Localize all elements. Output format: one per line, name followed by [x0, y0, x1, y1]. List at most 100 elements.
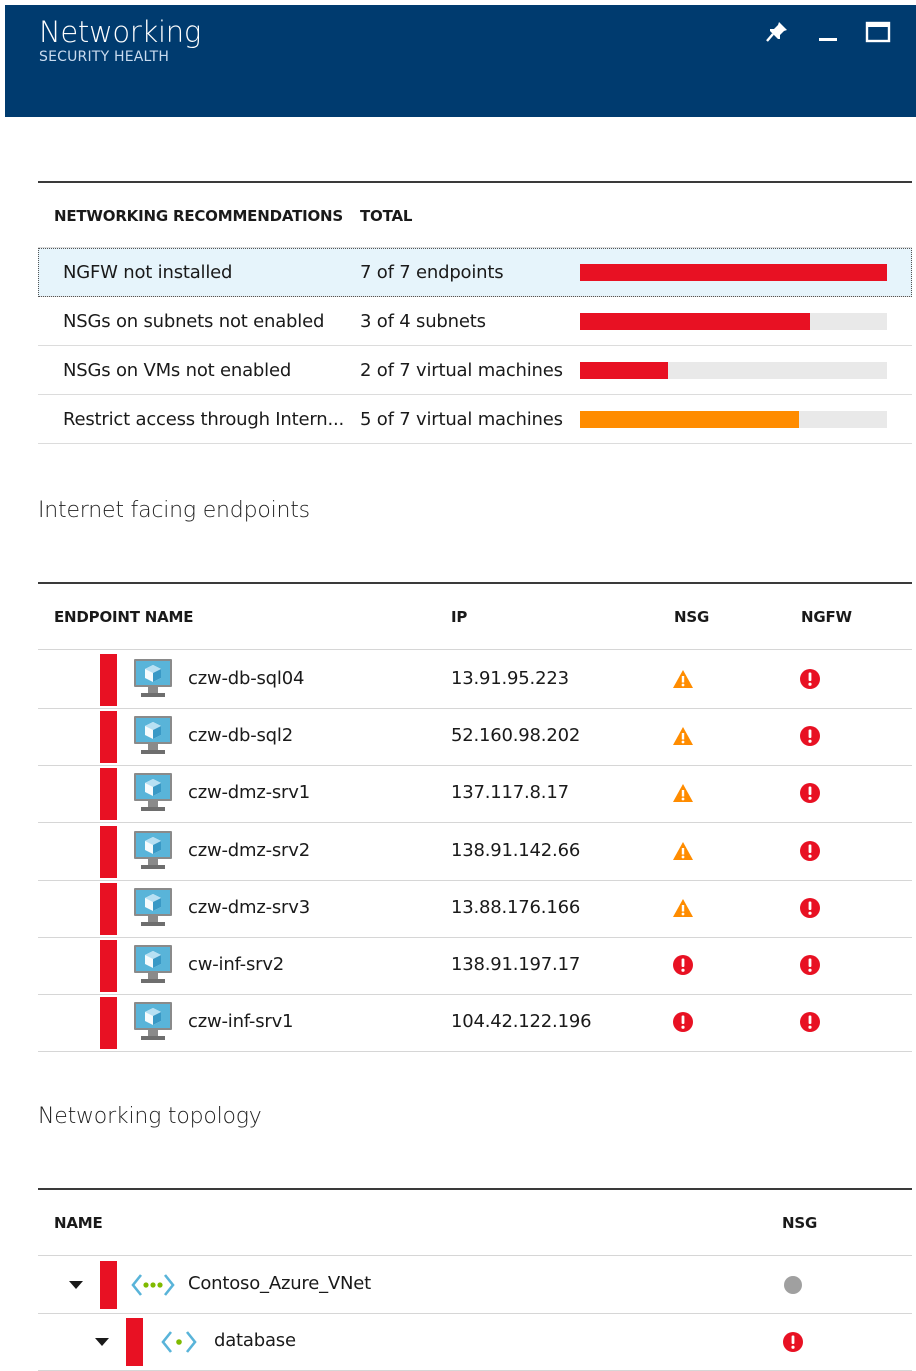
page-subtitle: SECURITY HEALTH [39, 49, 170, 65]
recommendation-progress-bar [580, 411, 887, 428]
ngfw-status [799, 954, 821, 976]
endpoint-ip: 104.42.122.196 [451, 1011, 592, 1033]
severity-indicator [100, 997, 117, 1050]
ngfw-status [799, 840, 821, 862]
endpoint-name: czw-db-sql2 [188, 725, 293, 747]
topology-nsg-error-icon [783, 1332, 803, 1352]
recommendation-row[interactable]: NSGs on VMs not enabled 2 of 7 virtual ma… [38, 346, 912, 395]
endpoint-row[interactable]: czw-db-sql2 52.160.98.202 [38, 708, 912, 767]
endpoint-row[interactable]: czw-dmz-srv1 137.117.8.17 [38, 765, 912, 824]
severity-indicator [126, 1318, 143, 1366]
recommendation-row[interactable]: Restrict access through Intern... 5 of 7 … [38, 395, 912, 444]
virtual-machine-icon [134, 887, 172, 926]
virtual-machine-icon [134, 830, 172, 869]
endpoint-ip: 138.91.197.17 [451, 954, 581, 975]
expand-toggle[interactable] [66, 1275, 86, 1295]
endpoints-section-title: Internet facing endpoints [38, 498, 310, 523]
endpoints-rule [38, 582, 912, 584]
vm-icon-wrapper [133, 657, 173, 701]
endpoint-row[interactable]: czw-inf-srv1 104.42.122.196 [38, 994, 912, 1053]
network-icon-wrapper [157, 1328, 201, 1356]
nsg-status [672, 1011, 694, 1033]
topology-row[interactable]: database [38, 1314, 912, 1371]
virtual-machine-icon [134, 716, 172, 755]
ngfw-error-icon [800, 840, 820, 861]
ngfw-error-icon [800, 726, 820, 747]
virtual-machine-icon [134, 659, 172, 697]
recommendation-progress-bar [580, 362, 887, 379]
recommendation-progress-bar [580, 264, 887, 281]
nsg-status [672, 954, 694, 976]
topology-nsg-status [782, 1274, 804, 1296]
endpoints-header-divider [38, 649, 912, 650]
nsg-status [672, 840, 694, 862]
recommendation-name: NSGs on VMs not enabled [63, 360, 292, 381]
recommendation-row[interactable]: NSGs on subnets not enabled 3 of 4 subnet… [38, 297, 912, 346]
nsg-error-icon [673, 955, 693, 975]
recommendation-total: 2 of 7 virtual machines [360, 360, 563, 381]
ngfw-status [799, 782, 821, 804]
caret-down-icon [95, 1338, 109, 1346]
nsg-status [672, 897, 694, 919]
topology-nsg-neutral-icon [784, 1276, 802, 1294]
endpoint-ip: 137.117.8.17 [451, 782, 569, 804]
severity-indicator [100, 654, 117, 706]
recommendation-row[interactable]: NGFW not installed 7 of 7 endpoints [38, 248, 912, 297]
vm-icon-wrapper [133, 714, 173, 758]
vm-icon-wrapper [133, 886, 173, 930]
endpoint-name: czw-db-sql04 [188, 668, 305, 689]
topology-nsg-header: NSG [782, 1214, 818, 1232]
recommendations-rule [38, 181, 912, 183]
recommendation-progress-fill [580, 362, 668, 379]
vm-icon-wrapper [133, 943, 173, 987]
nsg-warning-icon [673, 898, 693, 917]
recommendation-name: Restrict access through Intern... [63, 409, 345, 430]
endpoint-row[interactable]: czw-dmz-srv3 13.88.176.166 [38, 880, 912, 938]
network-icon-wrapper [131, 1271, 175, 1299]
ngfw-error-icon [800, 897, 820, 918]
subnet-icon [161, 1331, 197, 1353]
severity-indicator [100, 940, 117, 992]
endpoint-ip: 13.91.95.223 [451, 668, 569, 689]
recommendation-total: 3 of 4 subnets [360, 311, 486, 332]
endpoint-name: czw-inf-srv1 [188, 1011, 294, 1033]
ngfw-header: NGFW [801, 608, 852, 626]
recommendation-name: NGFW not installed [63, 262, 233, 283]
minimize-button[interactable] [813, 17, 843, 47]
recommendation-total: 5 of 7 virtual machines [360, 409, 563, 430]
page-title: Networking [39, 15, 201, 49]
ip-header: IP [451, 608, 468, 626]
endpoint-name: czw-dmz-srv3 [188, 896, 310, 918]
topology-row[interactable]: Contoso_Azure_VNet [38, 1257, 912, 1314]
recommendation-progress-bar [580, 313, 887, 330]
virtual-machine-icon [134, 945, 172, 983]
severity-indicator [100, 825, 117, 878]
endpoint-row[interactable]: czw-dmz-srv2 138.91.142.66 [38, 823, 912, 881]
severity-indicator [100, 768, 117, 821]
maximize-button[interactable] [863, 17, 893, 47]
ngfw-error-icon [800, 783, 820, 804]
topology-section-title: Networking topology [38, 1104, 262, 1129]
vm-icon-wrapper [133, 829, 173, 873]
recommendation-name: NSGs on subnets not enabled [63, 311, 325, 332]
endpoint-row[interactable]: cw-inf-srv2 138.91.197.17 [38, 937, 912, 995]
severity-indicator [100, 711, 117, 764]
topology-header-divider [38, 1255, 912, 1256]
recommendations-header: NETWORKING RECOMMENDATIONS [54, 207, 343, 225]
nsg-warning-icon [673, 670, 693, 688]
endpoint-name: czw-dmz-srv2 [188, 839, 310, 861]
endpoint-name: cw-inf-srv2 [188, 954, 285, 975]
nsg-warning-icon [673, 841, 693, 860]
expand-toggle[interactable] [92, 1332, 112, 1352]
recommendation-progress-fill [580, 313, 811, 330]
maximize-icon [865, 21, 891, 43]
vm-icon-wrapper [133, 771, 173, 815]
nsg-warning-icon [673, 727, 693, 746]
endpoint-row[interactable]: czw-db-sql04 13.91.95.223 [38, 651, 912, 709]
pin-button[interactable] [762, 17, 792, 47]
ngfw-status [799, 897, 821, 919]
endpoint-ip: 138.91.142.66 [451, 839, 581, 861]
virtual-machine-icon [134, 773, 172, 812]
nsg-status [672, 725, 694, 747]
ngfw-status [799, 725, 821, 747]
